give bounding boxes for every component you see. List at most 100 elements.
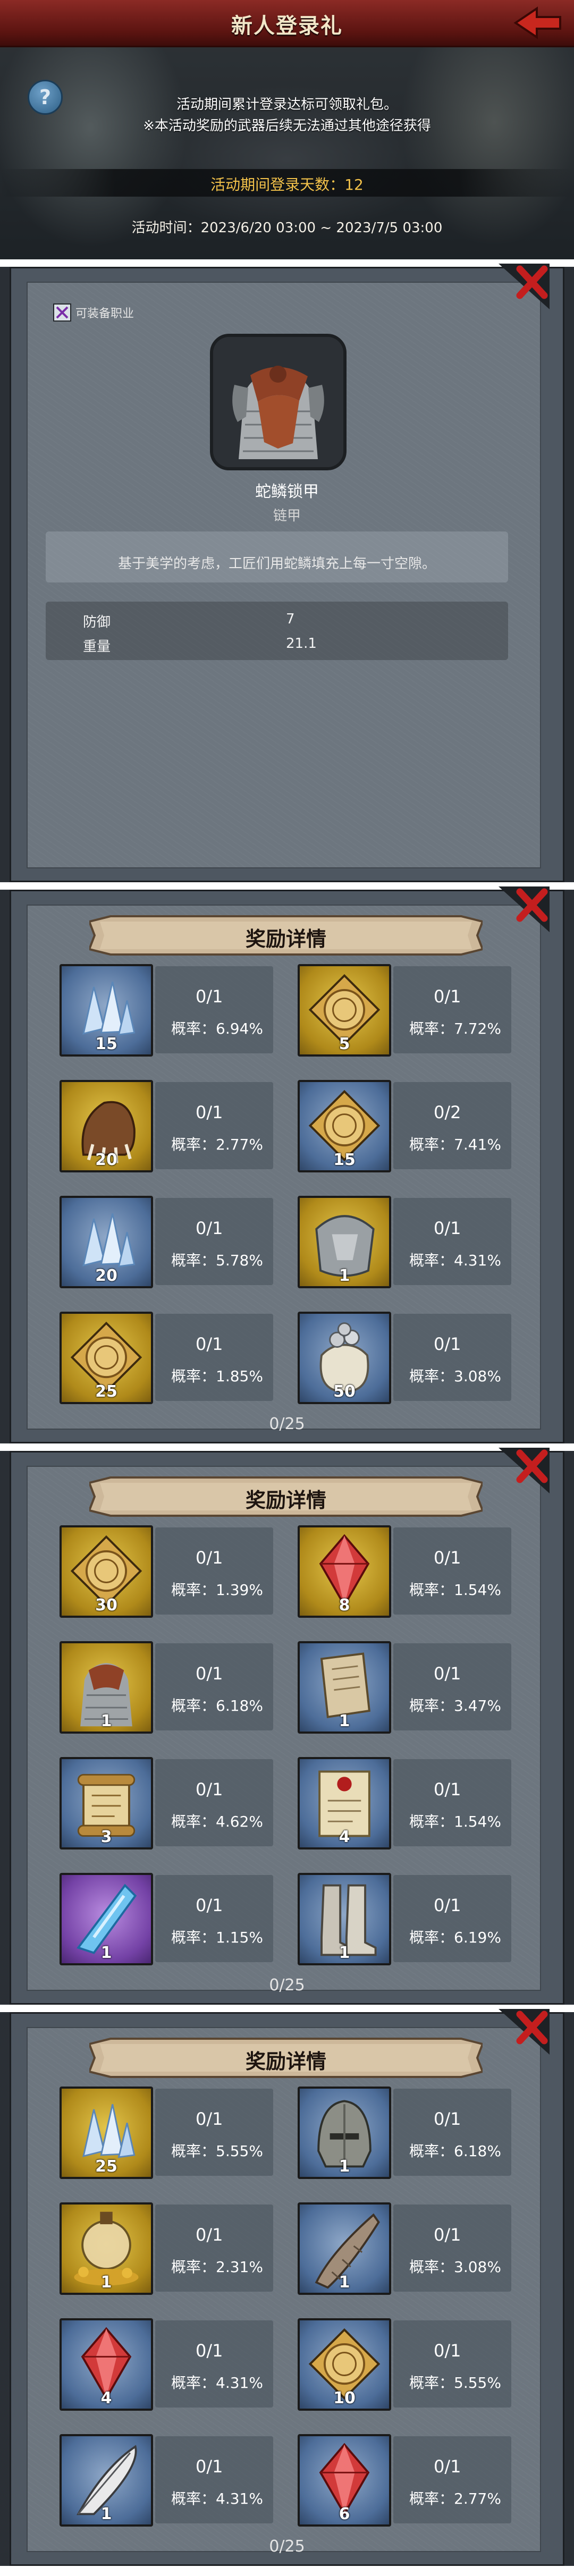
reward-cell-bg bbox=[155, 966, 273, 1053]
item-count: 1 bbox=[100, 2273, 112, 2292]
reward-item-slot[interactable]: 15 bbox=[298, 1080, 391, 1172]
item-count: 8 bbox=[339, 1596, 350, 1615]
reward-cell-bg bbox=[393, 1198, 511, 1285]
item-count: 25 bbox=[95, 2157, 117, 2176]
claim-fraction: 0/1 bbox=[196, 1218, 223, 1238]
stat-defense-label: 防御 bbox=[83, 614, 111, 630]
reward-cell-bg bbox=[393, 1314, 511, 1401]
equippable-class-label: 可装备职业 bbox=[75, 307, 134, 320]
reward-item-slot[interactable]: 1 bbox=[298, 2202, 391, 2295]
equippable-class-tag: 可装备职业 bbox=[53, 303, 134, 322]
crossed-swords-icon bbox=[53, 303, 71, 322]
item-type: 链甲 bbox=[273, 508, 301, 524]
drop-probability: 概率：4.31% bbox=[409, 1252, 501, 1269]
reward-item-slot[interactable]: 6 bbox=[298, 2434, 391, 2527]
reward-item-slot[interactable]: 8 bbox=[298, 1525, 391, 1618]
item-count: 5 bbox=[339, 1035, 350, 1053]
reward-item-slot[interactable]: 15 bbox=[60, 964, 153, 1057]
reward-item-slot[interactable]: 1 bbox=[60, 1873, 153, 1965]
close-icon[interactable] bbox=[499, 264, 550, 309]
drop-probability: 概率：5.55% bbox=[171, 2142, 263, 2160]
reward-progress: 0/25 bbox=[269, 2537, 305, 2556]
reward-item-slot[interactable]: 20 bbox=[60, 1196, 153, 1288]
reward-item-slot[interactable]: 1 bbox=[298, 1196, 391, 1288]
reward-progress: 0/25 bbox=[269, 1415, 305, 1433]
reward-cell-bg bbox=[155, 1759, 273, 1846]
claim-fraction: 0/1 bbox=[196, 2109, 223, 2129]
close-icon[interactable] bbox=[499, 886, 550, 932]
item-count: 15 bbox=[333, 1151, 356, 1169]
reward-cell-bg bbox=[155, 2089, 273, 2176]
drop-probability: 概率：4.31% bbox=[171, 2490, 263, 2507]
reward-cell-bg bbox=[393, 966, 511, 1053]
event-time: 活动时间：2023/6/20 03:00 ~ 2023/7/5 03:00 bbox=[131, 220, 443, 236]
reward-item-slot[interactable]: 25 bbox=[60, 1312, 153, 1404]
claim-fraction: 0/1 bbox=[196, 1779, 223, 1800]
claim-fraction: 0/1 bbox=[196, 2225, 223, 2245]
reward-item-slot[interactable]: 20 bbox=[60, 1080, 153, 1172]
drop-probability: 概率：1.54% bbox=[409, 1813, 501, 1830]
stats-box bbox=[46, 602, 508, 660]
reward-cell-bg bbox=[155, 1643, 273, 1730]
login-days-count: 活动期间登录天数：12 bbox=[210, 176, 364, 193]
drop-probability: 概率：1.15% bbox=[171, 1929, 263, 1946]
item-count: 25 bbox=[95, 1382, 117, 1401]
reward-item-slot[interactable]: 1 bbox=[298, 1641, 391, 1734]
reward-cell-bg bbox=[393, 2089, 511, 2176]
reward-item-slot[interactable]: 1 bbox=[298, 2087, 391, 2179]
drop-probability: 概率：3.08% bbox=[409, 1367, 501, 1385]
item-count: 4 bbox=[100, 2389, 112, 2408]
event-note-text: ※本活动奖励的武器后续无法通过其他途径获得 bbox=[143, 118, 431, 134]
item-count: 4 bbox=[339, 1828, 350, 1846]
reward-progress: 0/25 bbox=[269, 1976, 305, 1995]
drop-probability: 概率：6.18% bbox=[409, 2142, 501, 2160]
reward-item-slot[interactable]: 25 bbox=[60, 2087, 153, 2179]
reward-cell-bg bbox=[393, 1759, 511, 1846]
drop-probability: 概率：1.85% bbox=[171, 1367, 263, 1385]
claim-fraction: 0/1 bbox=[434, 2225, 461, 2245]
reward-cell-bg bbox=[393, 2320, 511, 2408]
item-count: 6 bbox=[339, 2505, 350, 2523]
drop-probability: 概率：4.62% bbox=[171, 1813, 263, 1830]
reward-item-slot[interactable]: 3 bbox=[60, 1757, 153, 1849]
drop-probability: 概率：7.41% bbox=[409, 1136, 501, 1153]
item-count: 1 bbox=[339, 2273, 350, 2292]
reward-item-slot[interactable]: 1 bbox=[60, 2202, 153, 2295]
reward-item-slot[interactable]: 4 bbox=[298, 1757, 391, 1849]
item-count: 50 bbox=[333, 1382, 356, 1401]
claim-fraction: 0/1 bbox=[196, 1548, 223, 1568]
reward-item-slot[interactable]: 1 bbox=[60, 2434, 153, 2527]
reward-item-slot[interactable]: 1 bbox=[60, 1641, 153, 1734]
claim-fraction: 0/1 bbox=[434, 1548, 461, 1568]
drop-probability: 概率：5.55% bbox=[409, 2374, 501, 2392]
reward-cell-bg bbox=[393, 2436, 511, 2523]
claim-fraction: 0/1 bbox=[434, 1334, 461, 1354]
reward-title: 奖励详情 bbox=[245, 927, 326, 951]
reward-item-slot[interactable]: 10 bbox=[298, 2318, 391, 2411]
page-title: 新人登录礼 bbox=[231, 14, 343, 38]
reward-item-slot[interactable]: 4 bbox=[60, 2318, 153, 2411]
close-icon[interactable] bbox=[499, 1448, 550, 1493]
claim-fraction: 0/1 bbox=[196, 2456, 223, 2477]
item-count: 1 bbox=[339, 1944, 350, 1962]
reward-item-slot[interactable]: 50 bbox=[298, 1312, 391, 1404]
drop-probability: 概率：6.94% bbox=[171, 1020, 263, 1037]
reward-item-slot[interactable]: 1 bbox=[298, 1873, 391, 1965]
claim-fraction: 0/1 bbox=[196, 1102, 223, 1122]
reward-item-slot[interactable]: 30 bbox=[60, 1525, 153, 1618]
back-arrow-icon[interactable] bbox=[511, 4, 564, 41]
close-icon[interactable] bbox=[499, 2009, 550, 2055]
claim-fraction: 0/1 bbox=[434, 1779, 461, 1800]
drop-probability: 概率：1.54% bbox=[409, 1581, 501, 1599]
drop-probability: 概率：4.31% bbox=[171, 2374, 263, 2392]
reward-cell-bg bbox=[393, 1643, 511, 1730]
drop-probability: 概率：5.78% bbox=[171, 1252, 263, 1269]
reward-item-slot[interactable]: 5 bbox=[298, 964, 391, 1057]
claim-fraction: 0/1 bbox=[434, 1895, 461, 1915]
claim-fraction: 0/1 bbox=[196, 1663, 223, 1684]
claim-fraction: 0/1 bbox=[196, 1334, 223, 1354]
claim-fraction: 0/2 bbox=[434, 1102, 461, 1122]
separator bbox=[0, 259, 574, 267]
item-count: 20 bbox=[95, 1266, 117, 1285]
drop-probability: 概率：2.77% bbox=[171, 1136, 263, 1153]
